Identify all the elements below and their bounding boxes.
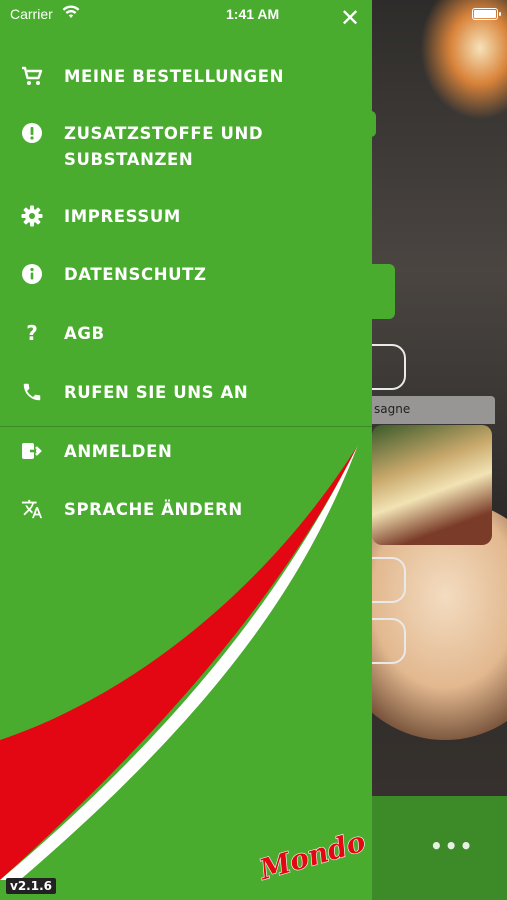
phone-icon — [20, 380, 44, 404]
background-outline-button — [368, 344, 406, 390]
background-outline-button — [368, 557, 406, 603]
info-circle-icon — [20, 262, 44, 286]
menu-item-label: AGB — [64, 324, 105, 343]
close-icon[interactable]: ✕ — [338, 6, 362, 30]
menu-item-terms[interactable]: ? AGB — [20, 321, 362, 347]
menu-item-label: RUFEN SIE UNS AN — [64, 383, 249, 402]
menu-item-call[interactable]: RUFEN SIE UNS AN — [20, 380, 362, 406]
carrier-label: Carrier — [10, 6, 53, 22]
status-bar: Carrier 1:41 AM — [0, 0, 507, 30]
background-outline-button — [368, 618, 406, 664]
side-drawer: MEINE BESTELLUNGEN ZUSATZSTOFFE UND SUBS… — [0, 0, 372, 900]
login-icon — [20, 439, 44, 463]
menu-item-label: ZUSATZSTOFFE UND SUBSTANZEN — [64, 124, 264, 169]
svg-text:Mondo: Mondo — [255, 825, 367, 887]
menu-item-label: IMPRESSUM — [64, 207, 181, 226]
translate-icon — [20, 497, 44, 521]
alert-circle-icon — [20, 121, 44, 145]
background-green-button — [370, 264, 395, 319]
menu-item-language[interactable]: SPRACHE ÄNDERN — [20, 497, 362, 523]
background-lasagna-image — [372, 425, 492, 545]
wifi-icon — [62, 5, 80, 18]
mondo-logo: Mondo — [254, 824, 367, 887]
gear-icon — [20, 204, 44, 228]
menu-item-label: DATENSCHUTZ — [64, 265, 207, 284]
menu-item-label: ANMELDEN — [64, 442, 173, 461]
menu-item-label: MEINE BESTELLUNGEN — [64, 67, 284, 86]
more-dots-icon: ••• — [430, 834, 475, 858]
background-card-label: sagne — [372, 396, 495, 424]
battery-icon — [472, 8, 501, 20]
menu-item-login[interactable]: ANMELDEN — [20, 439, 362, 465]
menu-item-imprint[interactable]: IMPRESSUM — [20, 204, 362, 230]
menu-item-orders[interactable]: MEINE BESTELLUNGEN — [20, 64, 362, 90]
cart-icon — [20, 64, 44, 88]
menu-item-additives[interactable]: ZUSATZSTOFFE UND SUBSTANZEN — [20, 121, 362, 173]
clock: 1:41 AM — [226, 6, 280, 22]
menu-item-label: SPRACHE ÄNDERN — [64, 500, 243, 519]
question-icon: ? — [26, 321, 38, 345]
menu-divider — [0, 426, 372, 427]
menu-item-privacy[interactable]: DATENSCHUTZ — [20, 262, 362, 288]
version-badge: v2.1.6 — [6, 878, 56, 894]
